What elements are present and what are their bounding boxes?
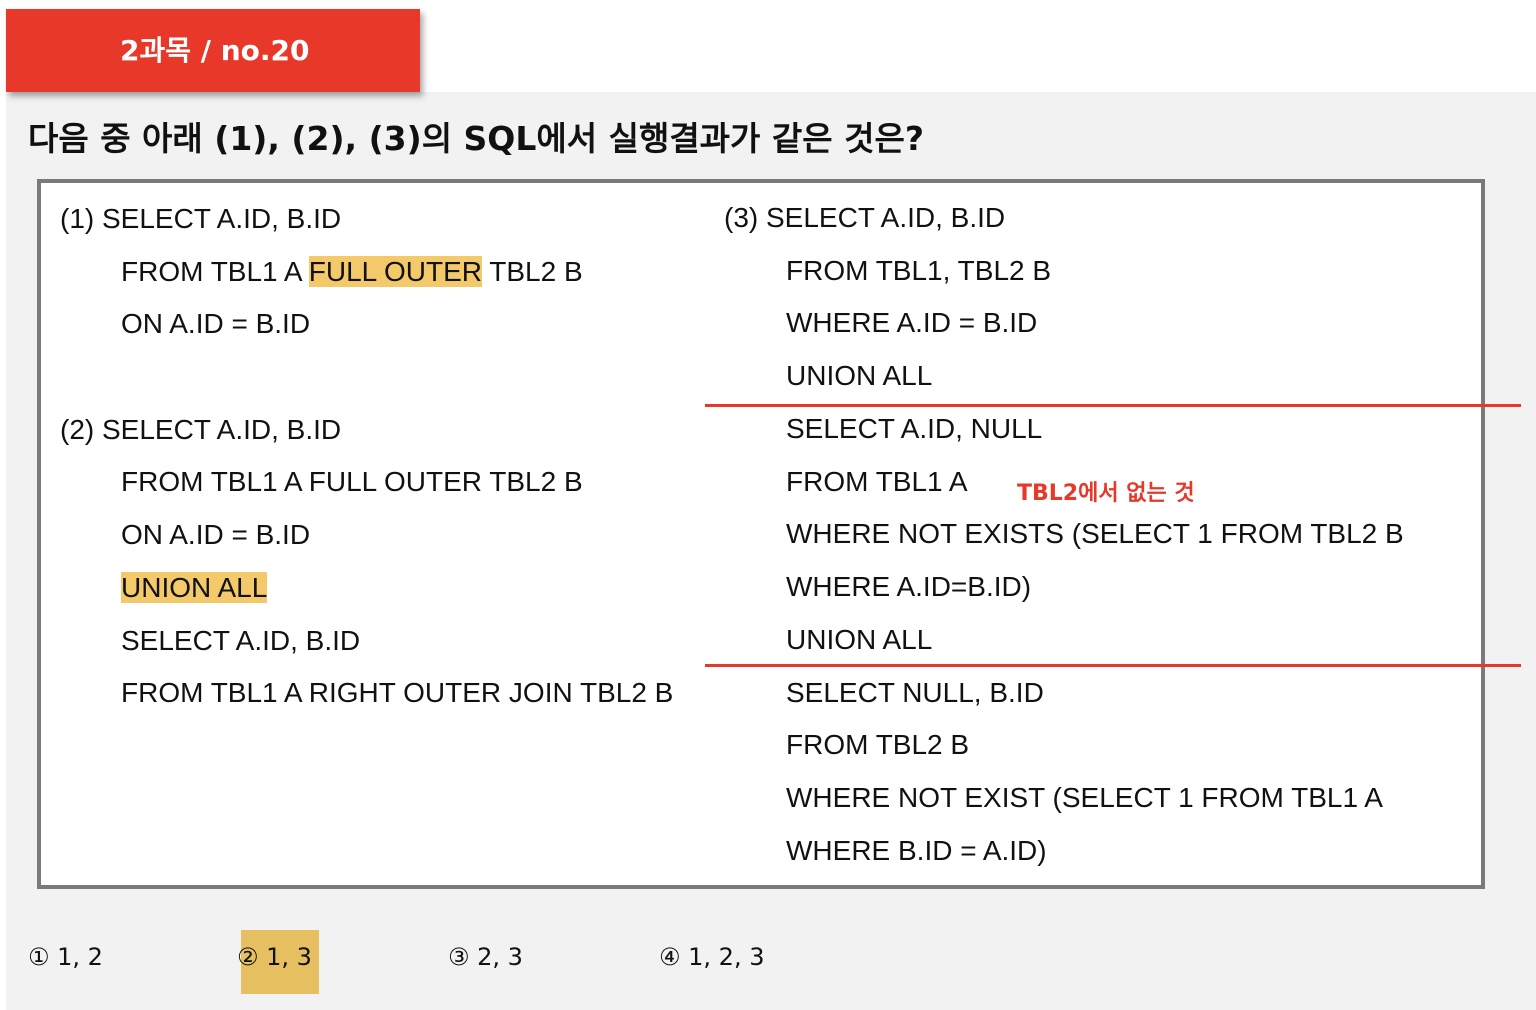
sql3-line-5: SELECT A.ID, NULL — [786, 413, 1043, 444]
sql3-line-4: UNION ALL — [786, 360, 933, 391]
sql1-line-3: ON A.ID = B.ID — [121, 308, 311, 339]
sql3-line-1: (3) SELECT A.ID, B.ID — [724, 202, 1006, 233]
sql3-line-9: UNION ALL — [786, 624, 933, 655]
sql3-line-3: WHERE A.ID = B.ID — [786, 307, 1038, 338]
sql3-divider-1 — [705, 404, 1521, 407]
question-text: 다음 중 아래 (1), (2), (3)의 SQL에서 실행결과가 같은 것은… — [28, 119, 924, 158]
sql3-line-8: WHERE A.ID=B.ID) — [786, 571, 1032, 602]
sql3-line-2: FROM TBL1, TBL2 B — [786, 255, 1052, 286]
sql3-divider-2 — [705, 664, 1521, 667]
sql3-line-10: SELECT NULL, B.ID — [786, 677, 1044, 708]
sql2-line-3: ON A.ID = B.ID — [121, 519, 311, 550]
sql3-line-12: WHERE NOT EXIST (SELECT 1 FROM TBL1 A — [786, 782, 1383, 813]
sql1-line-2-pre: FROM TBL1 A — [121, 256, 309, 287]
sql1-line-2: FROM TBL1 A FULL OUTER TBL2 B — [121, 253, 583, 291]
tbl2-missing-annotation: TBL2에서 없는 것 — [1017, 481, 1195, 506]
choice-4[interactable]: ④ 1, 2, 3 — [659, 938, 764, 976]
sql2-union-all-highlight: UNION ALL — [121, 572, 268, 603]
sql1-full-outer-highlight: FULL OUTER — [308, 256, 482, 287]
sql2-line-2: FROM TBL1 A FULL OUTER TBL2 B — [121, 466, 583, 497]
sql1-line-2-post: TBL2 B — [482, 256, 583, 287]
sql2-line-5: SELECT A.ID, B.ID — [121, 625, 361, 656]
sql2-line-6: FROM TBL1 A RIGHT OUTER JOIN TBL2 B — [121, 677, 674, 708]
subject-number-tag: 2과목 / no.20 — [6, 9, 420, 92]
sql2-line-4: UNION ALL — [121, 569, 268, 607]
sql3-line-11: FROM TBL2 B — [786, 729, 970, 760]
sql2-line-1: (2) SELECT A.ID, B.ID — [60, 414, 342, 445]
sql3-line-6: FROM TBL1 A — [786, 466, 968, 497]
sql3-line-13: WHERE B.ID = A.ID) — [786, 835, 1047, 866]
choice-3[interactable]: ③ 2, 3 — [448, 938, 523, 976]
choice-2[interactable]: ② 1, 3 — [237, 938, 312, 976]
sql1-line-1: (1) SELECT A.ID, B.ID — [60, 203, 342, 234]
choice-1[interactable]: ① 1, 2 — [28, 938, 103, 976]
sql3-line-7: WHERE NOT EXISTS (SELECT 1 FROM TBL2 B — [786, 518, 1404, 549]
